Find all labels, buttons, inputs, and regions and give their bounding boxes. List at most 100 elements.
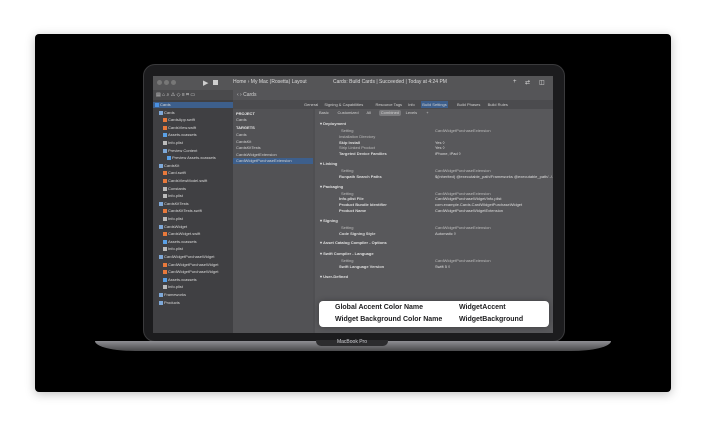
nav-item[interactable]: Assets.xcassets [163, 239, 197, 245]
filter-basic[interactable]: Basic [317, 110, 331, 116]
minimize-window-button[interactable] [164, 80, 169, 85]
settings-section-title[interactable]: ▾ Asset Catalog Compiler - Options [320, 240, 387, 245]
target-item[interactable]: CardsKitTests [236, 145, 261, 151]
file-swift-icon [163, 171, 167, 176]
nav-item[interactable]: CardsWidget.swift [163, 231, 200, 237]
widget-background-value: WidgetBackground [459, 316, 524, 323]
nav-item[interactable]: CardWidgetPurchaseWidget [163, 262, 218, 268]
setting-key: Setting [341, 168, 354, 173]
nav-item-label: CardWidgetPurchaseWidget [168, 269, 219, 275]
nav-item[interactable]: Info.plist [163, 284, 183, 290]
tab-build-phases[interactable]: Build Phases [456, 101, 481, 108]
nav-item[interactable]: CardsWidget [159, 224, 187, 230]
setting-value[interactable]: Yes ◊ [435, 140, 445, 145]
setting-value[interactable]: CardWidgetPurchaseWidget/Info.plist [435, 196, 501, 201]
nav-item[interactable]: Info.plist [163, 193, 183, 199]
nav-item[interactable]: Products [159, 300, 180, 306]
scheme-selector[interactable]: Home › My Mac (Rosetta) Layout [233, 79, 307, 85]
setting-value[interactable]: iPhone, iPad ◊ [435, 151, 461, 156]
file-swift-icon [163, 232, 167, 237]
file-project-icon [155, 102, 159, 107]
nav-item[interactable]: CardsKitTests.swift [163, 208, 202, 214]
target-item[interactable]: CardsWidgetExtension [236, 152, 277, 158]
filter-levels[interactable]: Levels [404, 110, 420, 116]
setting-key[interactable]: Targeted Device Families [339, 151, 387, 156]
stop-icon[interactable] [213, 80, 218, 85]
settings-section-title[interactable]: ▾ Swift Compiler - Language [320, 251, 374, 256]
file-swift-icon [163, 262, 167, 267]
filter-combined[interactable]: Combined [378, 110, 402, 116]
settings-section-title[interactable]: ▾ Packaging [320, 184, 343, 189]
setting-key[interactable]: Code Signing Style [339, 231, 375, 236]
inspector-toggle-icon[interactable]: ◫ [539, 79, 545, 86]
settings-section-title[interactable]: ▾ Deployment [320, 121, 346, 126]
settings-section-title[interactable]: ▾ Linking [320, 161, 337, 166]
nav-item[interactable]: Cards [159, 110, 175, 116]
nav-item[interactable]: Assets.xcassets [163, 277, 197, 283]
nav-item-label: CardWidgetPurchaseWidget [164, 254, 215, 259]
nav-item-label: CardsKit [164, 162, 180, 168]
nav-item-label: Assets.xcassets [168, 238, 197, 244]
nav-item[interactable]: CardsView.swift [163, 125, 196, 131]
jump-bar[interactable]: ‹ › Cards [233, 90, 553, 100]
setting-key[interactable]: Skip Install [339, 140, 360, 145]
target-item[interactable]: CardWidgetPurchaseExtension [233, 158, 313, 164]
nav-item[interactable]: Frameworks [159, 292, 186, 298]
filter-customized[interactable]: Customized [336, 110, 361, 116]
file-asset-icon [167, 156, 171, 161]
nav-item[interactable]: Cards [153, 102, 233, 108]
setting-key[interactable]: Strip Linked Product [339, 145, 375, 150]
tab-info[interactable]: Info [407, 101, 416, 108]
nav-item-label: CardsViewModel.swift [168, 178, 208, 183]
nav-item[interactable]: Card.swift [163, 170, 186, 176]
nav-item[interactable]: Info.plist [163, 216, 183, 222]
setting-value[interactable]: Swift 5 ◊ [435, 264, 450, 269]
code-review-icon[interactable]: ⇄ [525, 79, 530, 86]
nav-item[interactable]: Preview Content [163, 148, 197, 154]
settings-section-title[interactable]: ▾ User-Defined [320, 274, 348, 279]
filter-all[interactable]: All [365, 110, 373, 116]
project-item[interactable]: Cards [236, 117, 247, 123]
file-file-icon [163, 247, 167, 252]
zoom-window-button[interactable] [171, 80, 176, 85]
jump-bar-path[interactable]: ‹ › Cards [237, 92, 256, 98]
tab-build-settings[interactable]: Build Settings [421, 101, 448, 108]
filter--[interactable]: + [424, 110, 430, 116]
nav-item[interactable]: CardsViewModel.swift [163, 178, 207, 184]
run-icon[interactable]: ▶ [203, 79, 208, 87]
nav-item[interactable]: CardsApp.swift [163, 117, 195, 123]
setting-key[interactable]: Product Bundle Identifier [339, 202, 387, 207]
nav-item[interactable]: Assets.xcassets [163, 132, 197, 138]
nav-item[interactable]: CardWidgetPurchaseWidget [159, 254, 214, 260]
navigator-icons[interactable]: ▤ ⌂ ⌕ ⚠ ◇ ≡ ⌗ ▭ [156, 92, 195, 98]
setting-key[interactable]: Product Name [339, 208, 366, 213]
nav-item-label: CardsKitTests.swift [168, 208, 202, 214]
target-item[interactable]: CardsKit [236, 139, 251, 145]
close-window-button[interactable] [157, 80, 162, 85]
nav-item[interactable]: Info.plist [163, 246, 183, 252]
nav-item[interactable]: Constants [163, 186, 186, 192]
nav-item[interactable]: CardWidgetPurchaseWidget [163, 269, 218, 275]
target-item[interactable]: Cards [236, 132, 247, 138]
tab-resource-tags[interactable]: Resource Tags [374, 101, 403, 108]
setting-value[interactable]: Automatic ◊ [435, 231, 456, 236]
library-icon[interactable]: + [513, 79, 517, 85]
nav-item[interactable]: Info.plist [163, 140, 183, 146]
setting-key[interactable]: Runpath Search Paths [339, 174, 382, 179]
setting-value[interactable]: CardWidgetPurchaseWidgetExtension [435, 208, 503, 213]
navigator-tab-bar[interactable]: ▤ ⌂ ⌕ ⚠ ◇ ≡ ⌗ ▭ [153, 90, 233, 100]
setting-key[interactable]: Info.plist File [339, 196, 364, 201]
tab-build-rules[interactable]: Build Rules [487, 101, 509, 108]
setting-key[interactable]: Swift Language Version [339, 264, 384, 269]
tab-general[interactable]: General [303, 101, 319, 108]
setting-value[interactable]: $(inherited) @executable_path/Frameworks… [435, 174, 553, 179]
setting-key[interactable]: Installation Directory [339, 134, 375, 139]
nav-item[interactable]: CardsKitTests [159, 201, 189, 207]
nav-item-label: Info.plist [168, 246, 183, 252]
setting-value[interactable]: Yes ◊ [435, 145, 445, 150]
nav-item[interactable]: CardsKit [159, 163, 179, 169]
setting-value[interactable]: com.example.Cards.CardWidgetPurchaseWidg… [435, 202, 522, 207]
settings-section-title[interactable]: ▾ Signing [320, 218, 338, 223]
nav-item[interactable]: Preview Assets.xcassets [167, 155, 216, 161]
tab-signing-capabilities[interactable]: Signing & Capabilities [323, 101, 364, 108]
